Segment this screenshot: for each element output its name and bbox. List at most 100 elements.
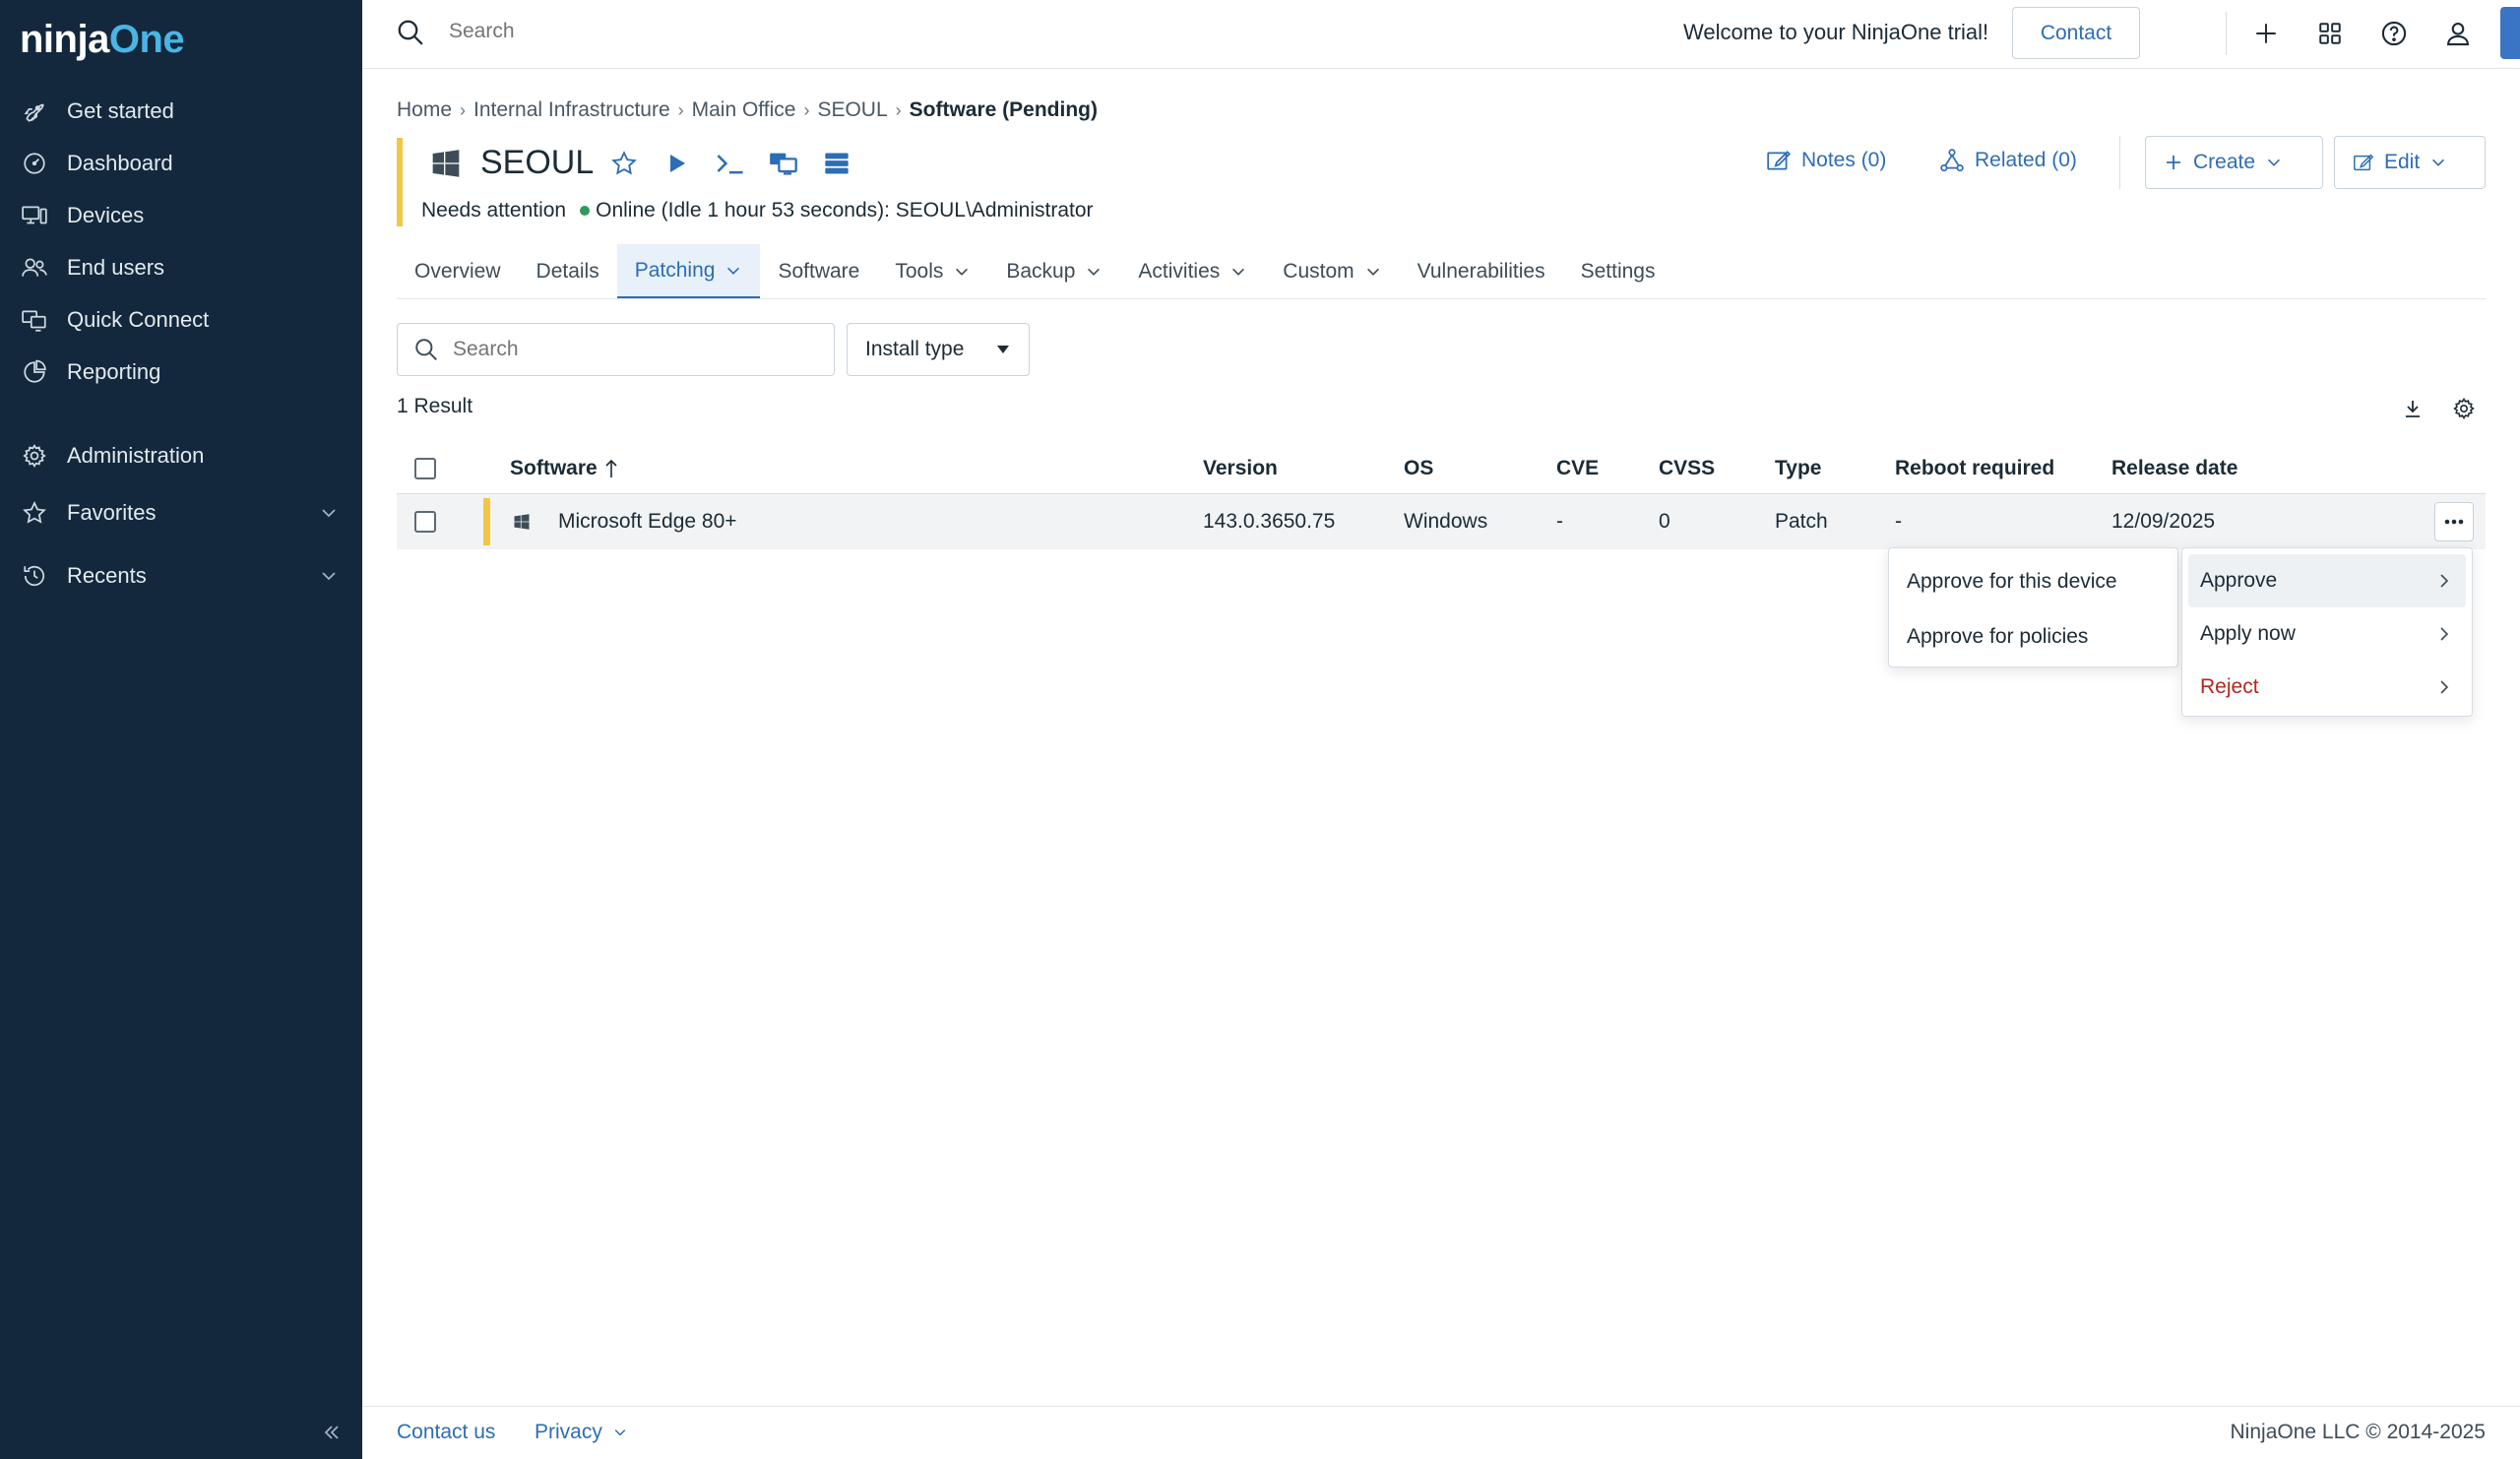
menu-item-label: Reject [2200,675,2259,698]
create-button[interactable]: Create [2145,136,2323,189]
tab-label: Tools [895,259,944,283]
edit-button[interactable]: Edit [2334,136,2486,189]
server-icon[interactable] [821,148,852,179]
apply-now-menu-item[interactable]: Apply now [2188,607,2466,661]
column-cve[interactable]: CVE [1556,443,1599,493]
breadcrumb-home[interactable]: Home [397,98,452,122]
sidebar-item-devices[interactable]: Devices [0,189,362,241]
device-tabs: Overview Details Patching Software Tools… [397,244,2486,299]
tab-overview[interactable]: Overview [397,244,519,298]
column-os[interactable]: OS [1404,443,1433,493]
sidebar-item-end-users[interactable]: End users [0,241,362,293]
run-script-icon[interactable] [662,148,693,179]
column-version[interactable]: Version [1203,443,1278,493]
devices-icon [20,201,49,230]
breadcrumb-location[interactable]: Main Office [692,98,796,122]
column-software[interactable]: Software [510,443,619,493]
notes-link[interactable]: Notes (0) [1766,148,1886,173]
breadcrumb-organization[interactable]: Internal Infrastructure [473,98,670,122]
related-link[interactable]: Related (0) [1939,148,2077,173]
tab-label: Settings [1580,259,1656,283]
contact-button[interactable]: Contact [2012,7,2140,59]
terminal-icon[interactable] [715,148,746,179]
ninjaone-logo[interactable]: ninjaOne [20,18,185,62]
cell-reboot: - [1895,510,1902,533]
reject-menu-item[interactable]: Reject [2188,661,2466,714]
related-label: Related (0) [1975,149,2077,171]
chevron-down-icon [1364,263,1382,281]
tab-tools[interactable]: Tools [877,244,988,298]
add-icon[interactable] [2250,18,2282,49]
privacy-link[interactable]: Privacy [535,1421,628,1444]
chevron-down-icon [319,503,339,523]
breadcrumb-current: Software (Pending) [909,98,1098,121]
select-all-checkbox[interactable] [414,457,436,479]
tab-software[interactable]: Software [760,244,877,298]
sidebar-item-favorites[interactable]: Favorites [0,481,362,544]
tab-details[interactable]: Details [519,244,617,298]
contact-us-link[interactable]: Contact us [397,1421,495,1444]
chevron-right-icon: › [677,99,684,120]
topbar-divider [2226,12,2227,55]
tab-label: Vulnerabilities [1417,259,1545,283]
tab-settings[interactable]: Settings [1563,244,1673,298]
user-profile-icon[interactable] [2442,18,2474,49]
chevron-right-icon [2436,625,2452,643]
row-select-cell [414,494,436,549]
tab-vulnerabilities[interactable]: Vulnerabilities [1400,244,1563,298]
column-reboot-required[interactable]: Reboot required [1895,443,2054,493]
sidebar-item-reporting[interactable]: Reporting [0,346,362,398]
cell-cvss: 0 [1659,510,1670,533]
software-search-input[interactable] [453,338,807,361]
approve-for-policies-item[interactable]: Approve for policies [1889,609,2177,665]
logo-accent-text: One [108,18,185,61]
sidebar-item-dashboard[interactable]: Dashboard [0,137,362,189]
tab-custom[interactable]: Custom [1265,244,1399,298]
online-status-text: Online (Idle 1 hour 53 seconds): SEOUL\A… [596,199,1094,222]
sidebar-item-get-started[interactable]: Get started [0,85,362,137]
buy-button[interactable]: Buy [2500,7,2520,59]
caret-down-icon [995,342,1011,357]
cell-cve: - [1556,510,1563,533]
chevron-right-icon [2436,678,2452,696]
tab-backup[interactable]: Backup [988,244,1120,298]
collapse-sidebar-icon[interactable] [317,1418,346,1447]
help-icon[interactable] [2378,18,2410,49]
header-divider [2119,136,2120,189]
software-search-field[interactable] [397,323,835,376]
row-actions-button[interactable] [2434,502,2474,541]
tab-patching[interactable]: Patching [616,244,761,298]
chevron-down-icon [1085,263,1102,281]
cell-type: Patch [1775,510,1828,533]
apps-grid-icon[interactable] [2314,18,2346,49]
chevron-down-icon [2265,154,2283,171]
sidebar-item-label: Devices [67,202,145,227]
tab-activities[interactable]: Activities [1120,244,1265,298]
approve-menu-item[interactable]: Approve [2188,554,2466,607]
software-table: Software Version OS CVE CVSS Type Reboot… [397,443,2486,549]
tab-label: Details [536,259,599,283]
notes-label: Notes (0) [1801,149,1887,171]
sidebar-item-quick-connect[interactable]: Quick Connect [0,293,362,346]
sidebar-item-label: Recents [67,563,147,588]
sidebar-item-recents[interactable]: Recents [0,544,362,607]
approve-for-this-device-item[interactable]: Approve for this device [1889,554,2177,609]
row-checkbox[interactable] [414,511,436,533]
install-type-select[interactable]: Install type [847,323,1030,376]
download-icon[interactable] [2398,394,2427,423]
column-cvss[interactable]: CVSS [1659,443,1715,493]
column-type[interactable]: Type [1775,443,1821,493]
breadcrumb-device[interactable]: SEOUL [817,98,887,122]
star-icon[interactable] [608,148,640,179]
sidebar-nav: Get started Dashboard Devices End users … [0,85,362,607]
table-settings-icon[interactable] [2449,394,2479,423]
column-release-date[interactable]: Release date [2111,443,2237,493]
remote-access-icon[interactable] [768,148,799,179]
table-row[interactable]: Microsoft Edge 80+ 143.0.3650.75 Windows… [397,494,2486,549]
sidebar-item-administration[interactable]: Administration [0,429,362,481]
chevron-right-icon: › [895,99,902,120]
menu-item-label: Approve [2200,569,2278,592]
sidebar: ninjaOne Get started Dashboard Devices E… [0,0,362,1459]
global-search-input[interactable] [449,20,941,43]
